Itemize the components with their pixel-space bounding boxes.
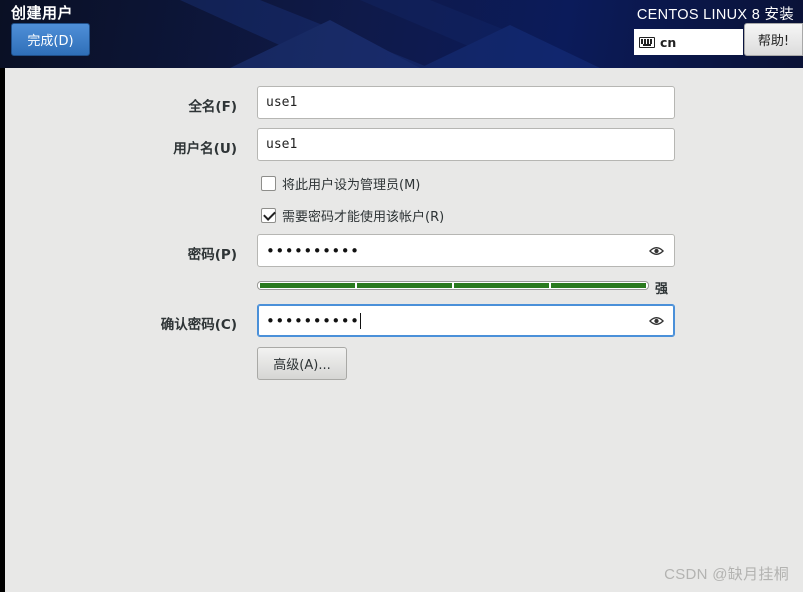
- show-confirm-password-eye-icon[interactable]: [649, 315, 664, 327]
- confirm-password-label: 确认密码(C): [160, 317, 237, 333]
- confirm-password-mask: ••••••••••: [266, 311, 360, 330]
- username-value: use1: [266, 137, 298, 152]
- advanced-button[interactable]: 高级(A)...: [257, 347, 347, 380]
- require-password-checkbox[interactable]: [261, 208, 276, 223]
- require-password-checkbox-row[interactable]: 需要密码才能使用该帐户(R): [261, 206, 444, 225]
- help-button[interactable]: 帮助!: [744, 23, 803, 56]
- password-strength-label: 强: [655, 282, 669, 297]
- admin-checkbox-row[interactable]: 将此用户设为管理员(M): [261, 174, 420, 193]
- password-label: 密码(P): [187, 247, 237, 263]
- confirm-password-field[interactable]: ••••••••••: [257, 304, 675, 337]
- require-password-checkbox-label: 需要密码才能使用该帐户(R): [282, 210, 445, 225]
- password-mask: ••••••••••: [266, 241, 360, 260]
- watermark: CSDN @缺月挂桐: [664, 566, 789, 583]
- admin-checkbox[interactable]: [261, 176, 276, 191]
- done-button[interactable]: 完成(D): [11, 23, 90, 56]
- text-caret: [360, 312, 362, 329]
- password-field[interactable]: ••••••••••: [257, 234, 675, 267]
- fullname-field[interactable]: use1: [257, 86, 675, 119]
- username-field[interactable]: use1: [257, 128, 675, 161]
- strength-segment: [454, 283, 549, 288]
- page-title: 创建用户: [11, 4, 74, 22]
- keyboard-layout-indicator[interactable]: cn: [634, 29, 743, 55]
- password-strength-bar: [257, 281, 649, 290]
- strength-segment: [260, 283, 355, 288]
- strength-segment: [357, 283, 452, 288]
- keyboard-icon: [639, 36, 655, 48]
- product-title: CENTOS LINUX 8 安装: [636, 7, 794, 23]
- create-user-form: 全名(F) use1 用户名(U) use1 将此用户设为管理员(M) 需要密码…: [5, 68, 803, 592]
- show-password-eye-icon[interactable]: [649, 245, 664, 257]
- header-banner: 创建用户 完成(D) CENTOS LINUX 8 安装 cn 帮助!: [0, 0, 803, 68]
- username-label: 用户名(U): [173, 141, 237, 157]
- fullname-label: 全名(F): [188, 99, 237, 115]
- strength-segment: [551, 283, 646, 288]
- admin-checkbox-label: 将此用户设为管理员(M): [282, 178, 421, 193]
- keyboard-layout-label: cn: [660, 34, 677, 50]
- fullname-value: use1: [266, 95, 298, 110]
